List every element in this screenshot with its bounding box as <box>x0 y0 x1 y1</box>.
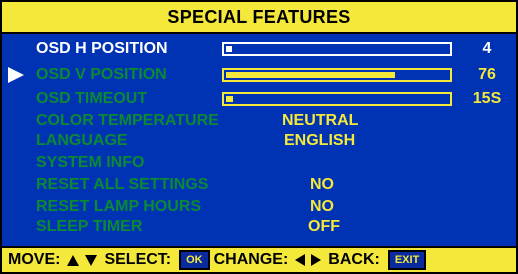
help-bar: MOVE: SELECT: OK CHANGE: BACK: EXIT <box>2 246 516 272</box>
slider-fill <box>226 46 232 52</box>
reset-lamp-hours-value: NO <box>310 198 334 215</box>
exit-key[interactable]: EXIT <box>387 250 427 270</box>
osd-h-position-slider[interactable] <box>222 42 452 56</box>
menu-item-osd-v-position[interactable]: OSD V POSITION 76 <box>2 64 516 86</box>
down-arrow-icon <box>85 254 98 266</box>
menu-item-label: OSD H POSITION <box>36 40 168 57</box>
osd-menu-window: SPECIAL FEATURES OSD H POSITION 4 OSD V … <box>0 0 518 274</box>
osd-v-position-slider[interactable] <box>222 68 452 82</box>
menu-item-system-info[interactable]: SYSTEM INFO <box>2 152 516 174</box>
menu-item-language[interactable]: LANGUAGE ENGLISH <box>2 130 516 152</box>
language-value: ENGLISH <box>284 132 356 149</box>
sleep-timer-value: OFF <box>308 218 340 235</box>
left-arrow-icon <box>295 254 306 266</box>
menu-title: SPECIAL FEATURES <box>2 2 516 34</box>
menu-item-sleep-timer[interactable]: SLEEP TIMER OFF <box>2 216 516 238</box>
menu-item-label: OSD TIMEOUT <box>36 90 148 107</box>
reset-all-settings-value: NO <box>310 176 334 193</box>
slider-fill <box>226 72 395 78</box>
back-label: BACK: <box>328 251 380 268</box>
menu-item-osd-timeout[interactable]: OSD TIMEOUT 15S <box>2 88 516 110</box>
slider-fill <box>226 96 233 102</box>
selection-pointer-icon <box>8 67 24 83</box>
change-label: CHANGE: <box>213 251 289 268</box>
menu-item-osd-h-position[interactable]: OSD H POSITION 4 <box>2 38 516 60</box>
osd-h-position-value: 4 <box>482 40 492 57</box>
menu-item-label: SYSTEM INFO <box>36 154 145 171</box>
osd-timeout-value: 15S <box>472 90 502 107</box>
osd-v-position-value: 76 <box>478 66 496 83</box>
color-temperature-value: NEUTRAL <box>282 112 359 129</box>
select-label: SELECT: <box>104 251 172 268</box>
move-label: MOVE: <box>8 251 61 268</box>
menu-item-label: RESET LAMP HOURS <box>36 198 202 215</box>
menu-item-label: COLOR TEMPERATURE <box>36 112 219 129</box>
menu-item-label: SLEEP TIMER <box>36 218 143 235</box>
menu-item-color-temperature[interactable]: COLOR TEMPERATURE NEUTRAL <box>2 110 516 132</box>
right-arrow-icon <box>311 254 322 266</box>
ok-key[interactable]: OK <box>179 250 210 270</box>
menu-item-reset-all-settings[interactable]: RESET ALL SETTINGS NO <box>2 174 516 196</box>
menu-item-label: LANGUAGE <box>36 132 128 149</box>
menu-item-label: OSD V POSITION <box>36 66 167 83</box>
menu-item-label: RESET ALL SETTINGS <box>36 176 209 193</box>
up-arrow-icon <box>67 254 80 266</box>
osd-timeout-slider[interactable] <box>222 92 452 106</box>
menu-item-reset-lamp-hours[interactable]: RESET LAMP HOURS NO <box>2 196 516 218</box>
